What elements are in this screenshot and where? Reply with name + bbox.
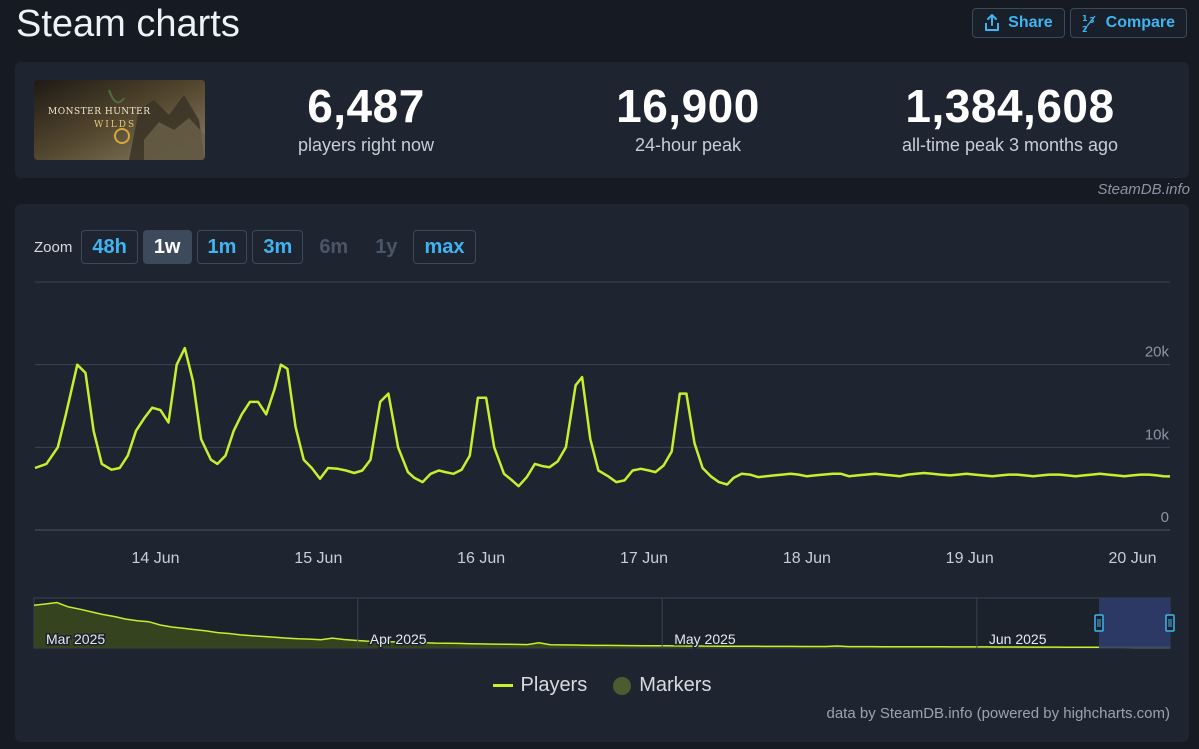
stat-alltime-peak: 1,384,608 all-time peak 3 months ago bbox=[885, 82, 1135, 156]
legend-markers[interactable]: Markers bbox=[613, 674, 711, 697]
zoom-6m-button: 6m bbox=[319, 235, 349, 258]
x-tick-label: 18 Jun bbox=[783, 550, 831, 567]
compare-button[interactable]: 1 3 2 Compare bbox=[1069, 8, 1187, 38]
game-thumbnail[interactable]: MONSTER HUNTER WILDS bbox=[34, 80, 205, 160]
zoom-1m-button[interactable]: 1m bbox=[196, 230, 248, 264]
top-actions: Share 1 3 2 Compare bbox=[972, 8, 1187, 38]
x-tick-label: 16 Jun bbox=[457, 550, 505, 567]
stat-current-players: 6,487 players right now bbox=[275, 82, 457, 156]
current-players-value: 6,487 bbox=[307, 80, 425, 132]
compare-icon: 1 3 2 bbox=[1082, 13, 1098, 33]
page-title: Steam charts bbox=[16, 3, 240, 45]
share-button[interactable]: Share bbox=[972, 8, 1065, 38]
y-tick-label: 0 bbox=[1161, 509, 1169, 526]
chart-panel: 0 10k 20k 14 Jun 15 Jun 16 Jun 17 Jun 18 Jun 19 … bbox=[15, 204, 1189, 742]
svg-text:1: 1 bbox=[1082, 14, 1088, 23]
navigator-right-handle[interactable] bbox=[1165, 614, 1175, 632]
alltime-peak-label: all-time peak 3 months ago bbox=[901, 135, 1119, 155]
current-players-label: players right now bbox=[297, 135, 435, 155]
svg-text:2: 2 bbox=[1082, 25, 1088, 33]
players-line-swatch bbox=[492, 684, 513, 687]
zoom-3m-button[interactable]: 3m bbox=[252, 230, 304, 264]
peak-24h-value: 16,900 bbox=[616, 80, 760, 132]
share-label: Share bbox=[1008, 14, 1053, 31]
share-icon bbox=[984, 14, 1000, 32]
stats-panel: MONSTER HUNTER WILDS 6,487 players right… bbox=[15, 62, 1189, 178]
zoom-max-button[interactable]: max bbox=[413, 230, 476, 264]
x-tick-label: 19 Jun bbox=[946, 550, 994, 567]
y-tick-label: 20k bbox=[1145, 344, 1170, 361]
game-logo-text: MONSTER HUNTER bbox=[48, 107, 151, 117]
player-chart[interactable]: 0 10k 20k 14 Jun 15 Jun 16 Jun 17 Jun 18 Jun 19 … bbox=[15, 204, 1189, 742]
steamdb-credit[interactable]: SteamDB.info bbox=[1097, 181, 1190, 198]
zoom-1y-button: 1y bbox=[375, 235, 398, 258]
highcharts-credit[interactable]: data by SteamDB.info (powered by highcha… bbox=[827, 705, 1171, 722]
stat-24h-peak: 16,900 24-hour peak bbox=[598, 82, 778, 156]
legend-players[interactable]: Players bbox=[492, 674, 588, 697]
zoom-48h-button[interactable]: 48h bbox=[81, 230, 138, 264]
game-logo-sub: WILDS bbox=[94, 120, 137, 130]
x-tick-label: 17 Jun bbox=[620, 550, 668, 567]
zoom-label: Zoom bbox=[34, 238, 73, 256]
markers-dot-swatch bbox=[613, 676, 632, 695]
alltime-peak-value: 1,384,608 bbox=[905, 80, 1115, 132]
zoom-1w-button[interactable]: 1w bbox=[142, 230, 192, 264]
navigator-month-label: Apr 2025 bbox=[370, 631, 427, 647]
x-tick-label: 15 Jun bbox=[294, 550, 342, 567]
chart-legend: Players Markers bbox=[15, 674, 1189, 697]
navigator-selection[interactable] bbox=[1099, 598, 1170, 648]
legend-players-label: Players bbox=[520, 674, 588, 696]
compare-label: Compare bbox=[1105, 14, 1175, 31]
x-tick-label: 20 Jun bbox=[1109, 550, 1157, 567]
peak-24h-label: 24-hour peak bbox=[634, 135, 742, 155]
legend-markers-label: Markers bbox=[639, 674, 712, 696]
y-tick-label: 10k bbox=[1145, 426, 1170, 443]
navigator-left-handle[interactable] bbox=[1094, 614, 1104, 632]
players-series-line[interactable] bbox=[34, 346, 1171, 488]
zoom-controls: Zoom 48h 1w 1m 3m 6m 1y max bbox=[34, 230, 476, 264]
navigator-month-label: May 2025 bbox=[674, 631, 736, 647]
navigator-month-label: Jun 2025 bbox=[989, 631, 1047, 647]
navigator-month-label: Mar 2025 bbox=[46, 631, 105, 647]
x-tick-label: 14 Jun bbox=[131, 550, 179, 567]
